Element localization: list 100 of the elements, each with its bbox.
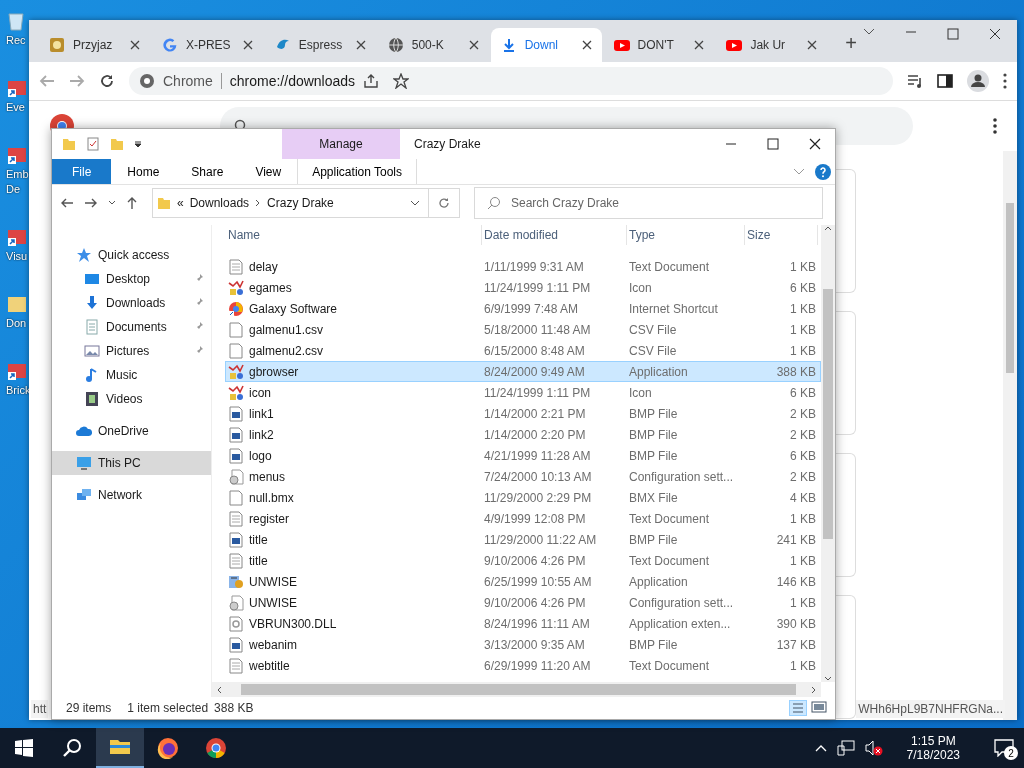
- properties-icon[interactable]: [86, 137, 100, 151]
- nav-item[interactable]: Downloads: [52, 291, 211, 315]
- scroll-up-icon[interactable]: [824, 225, 832, 231]
- column-header[interactable]: Type: [627, 225, 745, 245]
- internet-shortcut-icon: [228, 300, 244, 317]
- side-panel-icon[interactable]: [937, 74, 953, 88]
- ribbon-tab[interactable]: View: [239, 159, 298, 184]
- clock-date[interactable]: 7/18/2023: [906, 748, 960, 762]
- dropdown-icon[interactable]: [134, 140, 142, 148]
- nav-item[interactable]: Music: [52, 363, 211, 387]
- ribbon-tab[interactable]: Application Tools: [297, 159, 418, 184]
- network-icon: [76, 487, 92, 503]
- file-row[interactable]: delay 1/11/1999 9:31 AM Text Document 1 KB: [225, 256, 821, 277]
- chevron-down-icon[interactable]: [410, 200, 420, 206]
- file-row[interactable]: link1 1/14/2000 2:21 PM BMP File 2 KB: [225, 403, 821, 424]
- column-header[interactable]: Name: [226, 225, 482, 245]
- file-row[interactable]: galmenu1.csv 5/18/2000 11:48 AM CSV File 1 KB: [225, 319, 821, 340]
- file-row[interactable]: webanim 3/13/2000 9:35 AM BMP File 137 KB: [225, 634, 821, 655]
- file-row[interactable]: Galaxy Software 6/9/1999 7:48 AM Internet Shortcut 1 KB: [225, 298, 821, 319]
- network-icon[interactable]: [836, 740, 855, 756]
- help-icon[interactable]: [815, 163, 831, 180]
- ribbon-tab[interactable]: File: [52, 159, 112, 184]
- nav-item[interactable]: Pictures: [52, 339, 211, 363]
- column-header[interactable]: Size: [745, 225, 818, 245]
- ribbon-tab[interactable]: Home: [111, 159, 176, 184]
- close-icon[interactable]: [355, 40, 366, 50]
- scrollbar[interactable]: [212, 682, 821, 697]
- scroll-left-icon[interactable]: [216, 685, 222, 694]
- bookmark-star-icon[interactable]: [393, 73, 410, 89]
- file-row[interactable]: egames 11/24/1999 1:11 PM Icon 6 KB: [225, 277, 821, 298]
- file-row[interactable]: link2 1/14/2000 2:20 PM BMP File 2 KB: [225, 424, 821, 445]
- share-icon[interactable]: [363, 73, 380, 89]
- back-arrow-icon[interactable]: [60, 197, 74, 209]
- close-icon[interactable]: [989, 28, 1002, 40]
- windows-start-icon[interactable]: [15, 739, 33, 757]
- forward-arrow-icon[interactable]: [84, 197, 98, 209]
- browser-tab[interactable]: Downl: [490, 28, 602, 62]
- file-row[interactable]: galmenu2.csv 6/15/2000 8:48 AM CSV File 1 KB: [225, 340, 821, 361]
- profile-avatar-icon[interactable]: [967, 70, 989, 92]
- file-row[interactable]: title 9/10/2006 4:26 PM Text Document 1 KB: [225, 550, 821, 571]
- refresh-icon[interactable]: [438, 197, 450, 209]
- nav-item[interactable]: Videos: [52, 387, 211, 411]
- file-row[interactable]: icon 11/24/1999 1:11 PM Icon 6 KB: [225, 382, 821, 403]
- taskbar-button[interactable]: [96, 728, 144, 768]
- ribbon-tab[interactable]: Share: [175, 159, 240, 184]
- close-icon[interactable]: [807, 40, 818, 50]
- minimize-icon[interactable]: [905, 28, 918, 36]
- file-row[interactable]: VBRUN300.DLL 8/24/1996 11:11 AM Application exten... 390 KB: [225, 613, 821, 634]
- file-row[interactable]: logo 4/21/1999 11:28 AM BMP File 6 KB: [225, 445, 821, 466]
- notifications-icon[interactable]: [994, 739, 1014, 757]
- scroll-down-icon[interactable]: [824, 676, 832, 682]
- address-bar[interactable]: « Downloads Crazy Drake: [152, 188, 460, 218]
- scrollbar[interactable]: [821, 225, 835, 682]
- close-icon[interactable]: [468, 40, 479, 50]
- address-bar[interactable]: Chrome chrome://downloads: [129, 67, 893, 95]
- close-icon[interactable]: [694, 40, 705, 50]
- maximize-icon[interactable]: [767, 138, 779, 150]
- file-row[interactable]: gbrowser 8/24/2000 9:49 AM Application 388 KB: [225, 361, 821, 382]
- nav-item[interactable]: Documents: [52, 315, 211, 339]
- path-overflow[interactable]: «: [177, 196, 184, 210]
- speaker-muted-icon[interactable]: [864, 740, 883, 756]
- search-field[interactable]: Search Crazy Drake: [474, 187, 823, 219]
- desktop-icon-label: Visu: [6, 250, 28, 263]
- nav-item[interactable]: Desktop: [52, 267, 211, 291]
- file-row[interactable]: register 4/9/1999 12:08 PM Text Document 1 KB: [225, 508, 821, 529]
- close-icon[interactable]: [129, 40, 140, 50]
- ribbon-context-tab[interactable]: Manage: [282, 129, 400, 159]
- scroll-right-icon[interactable]: [811, 685, 817, 694]
- file-name: logo: [249, 448, 272, 463]
- desktop-icon-label: Don: [6, 317, 27, 330]
- maximize-icon[interactable]: [947, 28, 960, 40]
- file-row[interactable]: null.bmx 11/29/2000 2:29 PM BMX File 4 KB: [225, 487, 821, 508]
- breadcrumb[interactable]: Downloads: [189, 196, 250, 210]
- close-icon[interactable]: [581, 40, 592, 50]
- nav-item[interactable]: Network: [52, 483, 211, 507]
- close-icon[interactable]: [809, 138, 821, 150]
- more-menu-icon[interactable]: [1003, 73, 1007, 89]
- reload-icon[interactable]: [99, 73, 115, 89]
- large-icons-view-icon[interactable]: [811, 700, 827, 714]
- nav-item[interactable]: This PC: [52, 451, 211, 475]
- nav-item[interactable]: OneDrive: [52, 419, 211, 443]
- file-row[interactable]: title 11/29/2000 11:22 AM BMP File 241 KB: [225, 529, 821, 550]
- chevron-down-icon[interactable]: [108, 200, 116, 206]
- up-arrow-icon[interactable]: [126, 196, 138, 210]
- more-menu-icon[interactable]: [993, 118, 997, 134]
- file-row[interactable]: UNWISE 6/25/1999 10:55 AM Application 146 KB: [225, 571, 821, 592]
- close-icon[interactable]: [242, 40, 253, 50]
- clock-time[interactable]: 1:15 PM: [910, 734, 956, 748]
- chevron-down-icon[interactable]: [863, 28, 876, 36]
- breadcrumb[interactable]: Crazy Drake: [267, 196, 334, 210]
- column-header[interactable]: Date modified: [482, 225, 627, 245]
- media-list-icon[interactable]: [907, 74, 923, 88]
- type-cell-text: CSV File: [628, 343, 678, 358]
- file-row[interactable]: webtitle 6/29/1999 11:20 AM Text Document 1 KB: [225, 655, 821, 676]
- new-tab-button[interactable]: +: [839, 31, 864, 56]
- chevron-up-icon[interactable]: [814, 744, 827, 752]
- file-row[interactable]: menus 7/24/2000 10:13 AM Configuration sett... 2 KB: [225, 466, 821, 487]
- file-row[interactable]: UNWISE 9/10/2006 4:26 PM Configuration sett... 1 KB: [225, 592, 821, 613]
- nav-item[interactable]: Quick access: [52, 243, 211, 267]
- scrollbar[interactable]: [1003, 151, 1017, 720]
